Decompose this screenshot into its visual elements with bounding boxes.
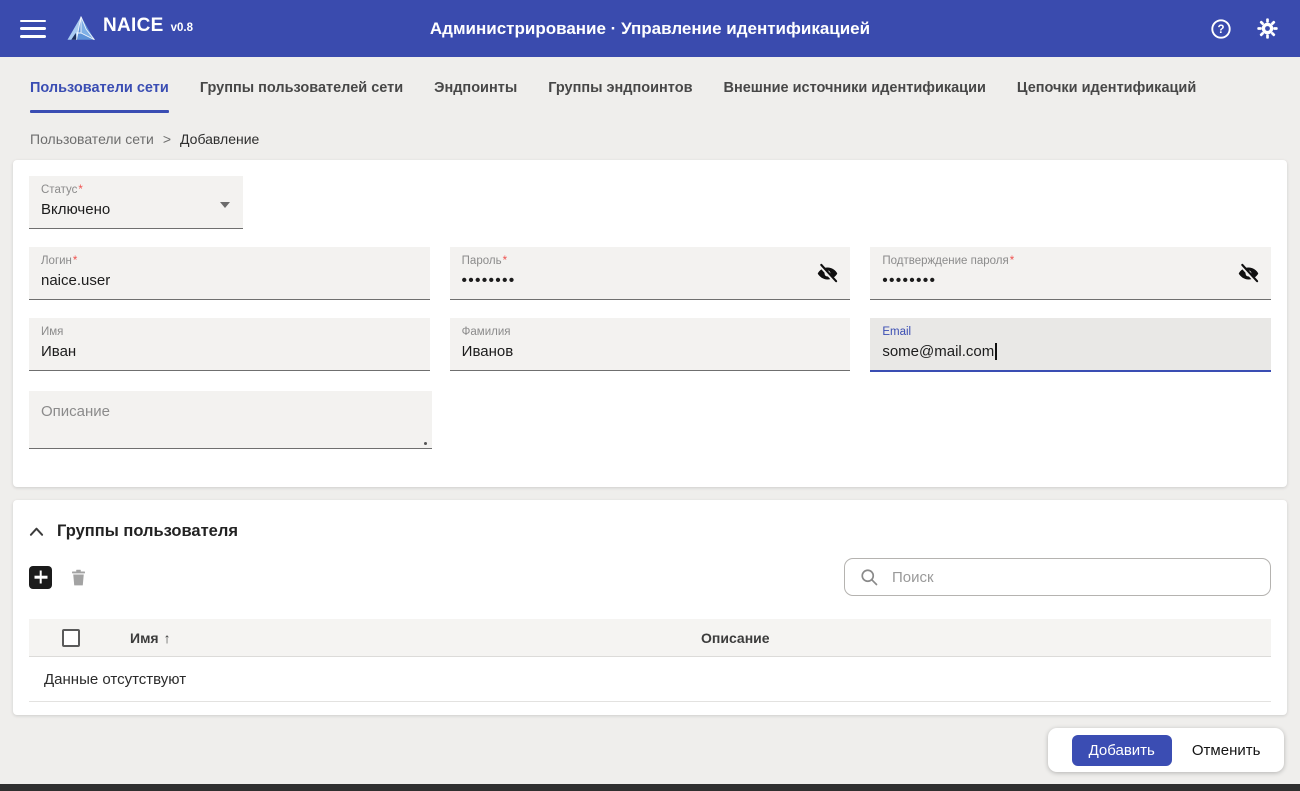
email-field[interactable]: Email some@mail.com xyxy=(870,318,1271,372)
first-name-label: Имя xyxy=(41,326,63,338)
password-field[interactable]: Пароль* •••••••• xyxy=(450,247,851,300)
description-textarea[interactable]: Описание xyxy=(29,391,432,449)
password-value: •••••••• xyxy=(462,271,839,291)
status-label: Статус xyxy=(41,184,77,196)
breadcrumb: Пользователи сети > Добавление xyxy=(0,118,1300,160)
groups-toolbar: Поиск xyxy=(29,558,1271,596)
last-name-label: Фамилия xyxy=(462,326,511,338)
description-placeholder: Описание xyxy=(41,403,420,420)
cancel-button[interactable]: Отменить xyxy=(1192,742,1261,759)
breadcrumb-current: Добавление xyxy=(180,131,259,147)
login-field[interactable]: Логин* naice.user xyxy=(29,247,430,300)
chevron-down-icon xyxy=(220,202,230,208)
svg-text:?: ? xyxy=(1217,24,1224,36)
required-mark: * xyxy=(73,255,77,267)
login-value: naice.user xyxy=(41,271,418,291)
delete-group-icon[interactable] xyxy=(68,567,89,588)
bottom-edge-bar xyxy=(0,784,1300,791)
email-label: Email xyxy=(882,326,911,338)
search-icon xyxy=(859,567,879,587)
user-groups-card: Группы пользователя Поиск Имя ↑ Описание… xyxy=(13,500,1287,715)
app-name: NAICE xyxy=(103,15,164,37)
tab-endpoint-groups[interactable]: Группы эндпоинтов xyxy=(548,57,692,118)
user-form-card: Статус* Включено Логин* naice.user Парол… xyxy=(13,160,1287,487)
last-name-field[interactable]: Фамилия Иванов xyxy=(450,318,851,371)
first-name-field[interactable]: Имя Иван xyxy=(29,318,430,371)
section-title: Группы пользователя xyxy=(57,522,238,541)
required-mark: * xyxy=(1010,255,1014,267)
column-header-description: Описание xyxy=(701,630,1271,646)
sort-asc-icon: ↑ xyxy=(164,630,171,646)
menu-icon[interactable] xyxy=(20,20,46,38)
breadcrumb-separator: > xyxy=(163,131,171,147)
required-mark: * xyxy=(78,184,82,196)
breadcrumb-parent[interactable]: Пользователи сети xyxy=(30,131,154,147)
password-confirm-value: •••••••• xyxy=(882,271,1259,291)
text-cursor xyxy=(995,343,997,360)
help-icon[interactable]: ? xyxy=(1208,16,1234,42)
status-value: Включено xyxy=(41,200,231,220)
settings-gear-icon[interactable] xyxy=(1254,16,1280,42)
tab-network-user-groups[interactable]: Группы пользователей сети xyxy=(200,57,403,118)
groups-table-header: Имя ↑ Описание xyxy=(29,619,1271,657)
app-brand: NAICE v0.8 xyxy=(66,15,193,42)
app-version: v0.8 xyxy=(171,22,193,34)
toggle-password-confirm-visibility-icon[interactable] xyxy=(1237,262,1260,285)
collapse-section-icon[interactable] xyxy=(29,526,44,537)
select-all-checkbox[interactable] xyxy=(62,629,80,647)
form-action-panel: Добавить Отменить xyxy=(1048,728,1284,772)
password-confirm-field[interactable]: Подтверждение пароля* •••••••• xyxy=(870,247,1271,300)
toggle-password-visibility-icon[interactable] xyxy=(816,262,839,285)
tab-endpoints[interactable]: Эндпоинты xyxy=(434,57,517,118)
submit-button[interactable]: Добавить xyxy=(1072,735,1172,766)
search-placeholder: Поиск xyxy=(892,569,934,586)
email-value: some@mail.com xyxy=(882,343,994,360)
password-label: Пароль xyxy=(462,255,502,267)
tab-external-identity-sources[interactable]: Внешние источники идентификации xyxy=(723,57,985,118)
add-group-button[interactable] xyxy=(29,566,52,589)
search-input[interactable]: Поиск xyxy=(844,558,1271,596)
login-label: Логин xyxy=(41,255,72,267)
required-mark: * xyxy=(503,255,507,267)
app-header: NAICE v0.8 Администрирование · Управлени… xyxy=(0,0,1300,57)
tab-network-users[interactable]: Пользователи сети xyxy=(30,57,169,118)
tab-identity-chains[interactable]: Цепочки идентификаций xyxy=(1017,57,1196,118)
tab-bar: Пользователи сети Группы пользователей с… xyxy=(0,57,1300,118)
password-confirm-label: Подтверждение пароля xyxy=(882,255,1008,267)
naice-logo-icon xyxy=(66,15,96,42)
column-header-name[interactable]: Имя ↑ xyxy=(130,630,701,646)
resize-handle[interactable] xyxy=(424,442,427,445)
last-name-value: Иванов xyxy=(462,342,839,362)
table-empty-state: Данные отсутствуют xyxy=(29,657,1271,702)
first-name-value: Иван xyxy=(41,342,418,362)
page-title: Администрирование · Управление идентифик… xyxy=(0,19,1300,39)
status-select[interactable]: Статус* Включено xyxy=(29,176,243,229)
